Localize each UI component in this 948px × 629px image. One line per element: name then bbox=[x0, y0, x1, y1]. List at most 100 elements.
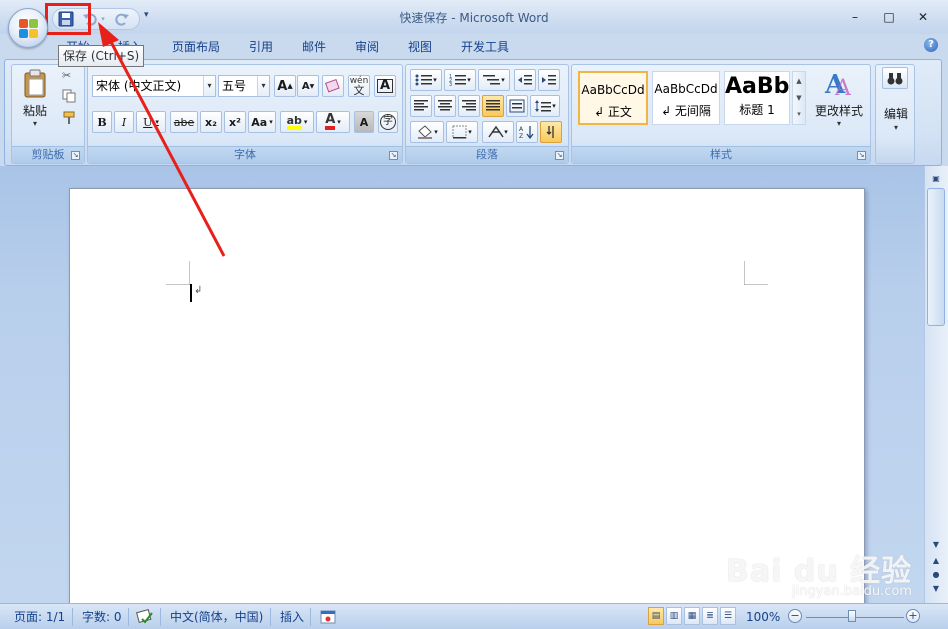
align-right-button[interactable] bbox=[458, 95, 480, 117]
tab-review[interactable]: 审阅 bbox=[355, 37, 379, 59]
increase-indent-button[interactable] bbox=[538, 69, 560, 91]
distributed-icon bbox=[509, 99, 525, 113]
styles-launcher-icon[interactable]: ↘ bbox=[857, 151, 866, 160]
sort-button[interactable]: AZ bbox=[516, 121, 538, 143]
proofing-icon[interactable] bbox=[136, 608, 154, 626]
chevron-down-icon: ▾ bbox=[203, 76, 215, 96]
borders-button[interactable]: ▾ bbox=[446, 121, 478, 143]
ruler-toggle-icon[interactable]: ▣ bbox=[927, 172, 945, 186]
font-name-combo[interactable]: 宋体 (中文正文) ▾ bbox=[92, 75, 216, 97]
chevron-down-icon[interactable]: ▼ bbox=[793, 90, 805, 106]
numbering-button[interactable]: 1 2 3 ▾ bbox=[444, 69, 476, 91]
editing-group[interactable]: 编辑 ▾ bbox=[875, 64, 915, 164]
macro-record-icon[interactable] bbox=[320, 608, 336, 626]
tab-references[interactable]: 引用 bbox=[249, 37, 273, 59]
align-left-icon bbox=[414, 100, 428, 111]
line-spacing-button[interactable]: ▾ bbox=[530, 95, 560, 117]
svg-text:A: A bbox=[519, 126, 524, 133]
align-center-button[interactable] bbox=[434, 95, 456, 117]
chevron-down-icon: ▾ bbox=[836, 119, 841, 128]
full-screen-reading-icon[interactable]: ▥ bbox=[666, 607, 682, 625]
italic-button[interactable]: I bbox=[114, 111, 134, 133]
bullets-icon bbox=[415, 74, 433, 86]
phonetic-guide-button[interactable]: wén 文 bbox=[348, 75, 370, 97]
draft-view-icon[interactable]: ☰ bbox=[720, 607, 736, 625]
chevron-down-icon: ▾ bbox=[257, 76, 269, 96]
cut-icon[interactable]: ✂ bbox=[62, 69, 78, 83]
paragraph-launcher-icon[interactable]: ↘ bbox=[555, 151, 564, 160]
font-launcher-icon[interactable]: ↘ bbox=[389, 151, 398, 160]
char-shading-button[interactable]: A bbox=[354, 111, 374, 133]
office-button[interactable] bbox=[8, 8, 48, 48]
style-name: 标题 1 bbox=[739, 103, 775, 117]
tab-page-layout[interactable]: 页面布局 bbox=[172, 37, 220, 59]
char-border-button[interactable]: A bbox=[374, 75, 396, 97]
style-heading-1[interactable]: AaBb 标题 1 bbox=[724, 71, 790, 125]
text-highlight-button[interactable]: ab ▾ bbox=[280, 111, 314, 133]
zoom-slider-thumb[interactable] bbox=[848, 610, 856, 622]
tab-view[interactable]: 视图 bbox=[408, 37, 432, 59]
subscript-button[interactable]: x₂ bbox=[200, 111, 222, 133]
outline-view-icon[interactable]: ≣ bbox=[702, 607, 718, 625]
web-layout-icon[interactable]: ▦ bbox=[684, 607, 700, 625]
change-styles-button[interactable]: A A 更改样式 ▾ bbox=[810, 67, 868, 131]
font-group: 宋体 (中文正文) ▾ 五号 ▾ A ▲ A ▼ wén 文 A B I U ▾ abe… bbox=[87, 64, 403, 164]
grow-font-button[interactable]: A ▲ bbox=[274, 75, 296, 97]
maximize-button[interactable]: □ bbox=[882, 10, 896, 24]
paste-button[interactable]: 粘贴 ▾ bbox=[20, 69, 50, 128]
style-no-spacing[interactable]: AaBbCcDd ↲ 无间隔 bbox=[652, 71, 720, 125]
bullets-button[interactable]: ▾ bbox=[410, 69, 442, 91]
more-styles-icon[interactable]: ▾ bbox=[793, 106, 805, 122]
bold-button[interactable]: B bbox=[92, 111, 112, 133]
font-color-button[interactable]: A ▾ bbox=[316, 111, 350, 133]
change-case-button[interactable]: Aa ▾ bbox=[248, 111, 276, 133]
close-button[interactable]: ✕ bbox=[916, 10, 930, 24]
zoom-level[interactable]: 100% bbox=[746, 608, 780, 626]
font-size-value: 五号 bbox=[222, 79, 247, 93]
multilevel-list-icon bbox=[483, 75, 501, 85]
tab-mailings[interactable]: 邮件 bbox=[302, 37, 326, 59]
prev-page-icon[interactable]: ▲ bbox=[927, 554, 945, 568]
browse-object-icon[interactable]: ● bbox=[927, 568, 945, 582]
superscript-button[interactable]: x² bbox=[224, 111, 246, 133]
clear-format-button[interactable] bbox=[322, 75, 344, 97]
clipboard-launcher-icon[interactable]: ↘ bbox=[71, 151, 80, 160]
minimize-button[interactable]: – bbox=[848, 10, 862, 24]
zoom-out-button[interactable]: − bbox=[788, 609, 802, 623]
strikethrough-button[interactable]: abe bbox=[170, 111, 198, 133]
scroll-down-arrow-icon[interactable]: ▼ bbox=[927, 538, 945, 552]
format-painter-icon[interactable] bbox=[62, 111, 78, 125]
font-size-combo[interactable]: 五号 ▾ bbox=[218, 75, 270, 97]
justify-button[interactable] bbox=[482, 95, 504, 117]
help-icon[interactable]: ? bbox=[924, 38, 938, 52]
tab-developer[interactable]: 开发工具 bbox=[461, 37, 509, 59]
language-indicator[interactable]: 中文(简体，中国) bbox=[170, 608, 263, 626]
styles-scroll[interactable]: ▲ ▼ ▾ bbox=[792, 71, 806, 125]
distributed-button[interactable] bbox=[506, 95, 528, 117]
align-left-button[interactable] bbox=[410, 95, 432, 117]
enclose-chars-button[interactable]: 字 bbox=[378, 111, 398, 133]
margin-corner-top-right bbox=[744, 261, 768, 285]
word-count[interactable]: 字数: 0 bbox=[82, 608, 122, 626]
chinese-layout-button[interactable]: ▾ bbox=[482, 121, 514, 143]
watermark-url: jingyan.baidu.com bbox=[792, 584, 912, 599]
show-marks-button[interactable] bbox=[540, 121, 562, 143]
next-page-icon[interactable]: ▼ bbox=[927, 582, 945, 596]
insert-mode[interactable]: 插入 bbox=[280, 608, 304, 626]
vertical-scrollbar[interactable]: ▣ ▼ ▲ ● ▼ bbox=[924, 166, 948, 603]
copy-icon[interactable] bbox=[62, 89, 78, 103]
shrink-font-button[interactable]: A ▼ bbox=[297, 75, 319, 97]
zoom-in-button[interactable]: + bbox=[906, 609, 920, 623]
decrease-indent-button[interactable] bbox=[514, 69, 536, 91]
shading-button[interactable]: ▾ bbox=[410, 121, 444, 143]
sort-icon: AZ bbox=[519, 126, 534, 139]
document-page[interactable]: ↲ bbox=[69, 188, 865, 608]
page-count[interactable]: 页面: 1/1 bbox=[14, 608, 65, 626]
chevron-up-icon[interactable]: ▲ bbox=[793, 72, 805, 90]
print-layout-view-icon[interactable]: ▤ bbox=[648, 607, 664, 625]
font-color-label: A bbox=[325, 113, 336, 130]
scroll-thumb[interactable] bbox=[927, 188, 945, 326]
underline-button[interactable]: U ▾ bbox=[136, 111, 166, 133]
style-normal[interactable]: AaBbCcDd ↲ 正文 bbox=[578, 71, 648, 125]
multilevel-list-button[interactable]: ▾ bbox=[478, 69, 510, 91]
